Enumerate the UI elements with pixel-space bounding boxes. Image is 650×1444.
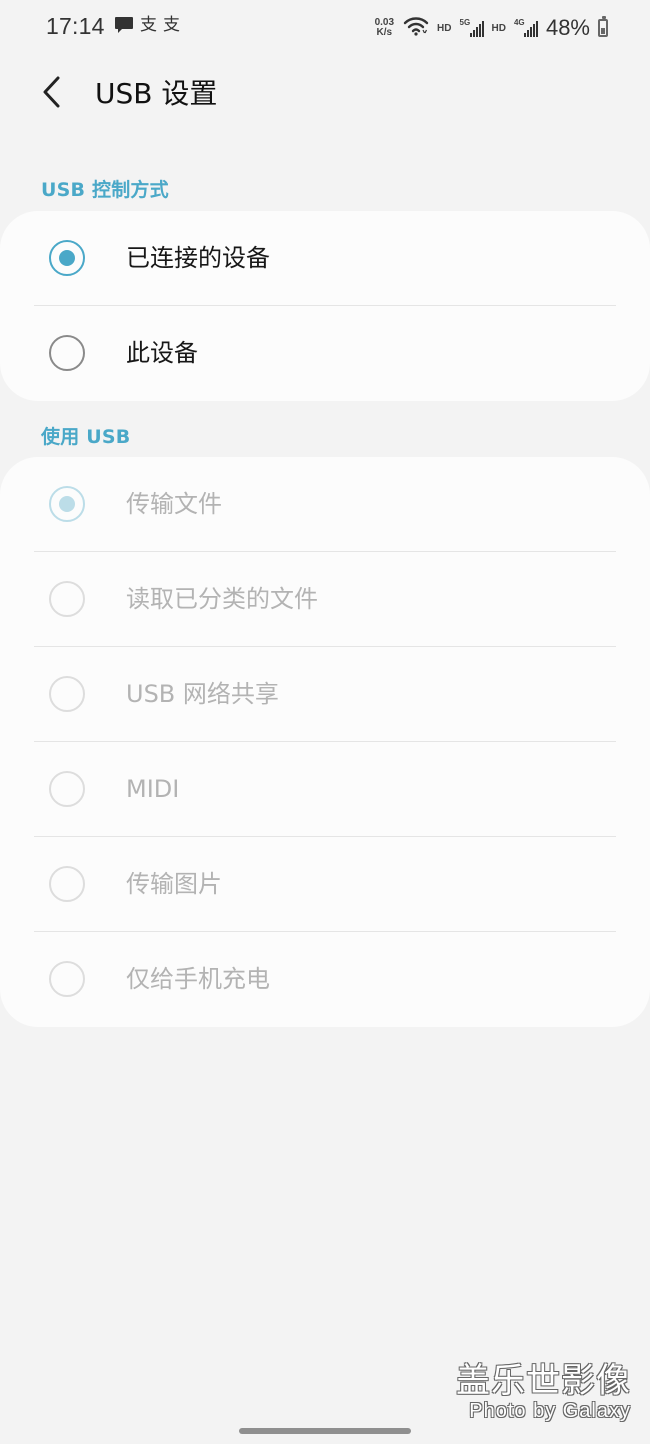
radio-unselected-disabled-icon [49, 961, 85, 997]
option-label: 传输图片 [126, 870, 222, 898]
battery-icon [598, 16, 608, 37]
message-icon [114, 16, 134, 34]
back-button[interactable] [32, 74, 72, 114]
chevron-left-icon [40, 74, 64, 114]
status-bar: 17:14 支 支 0.03 K/s HD 5G HD 4G 48% [0, 0, 650, 56]
network-type-5g: 5G [459, 18, 471, 27]
home-indicator[interactable] [239, 1428, 411, 1434]
hd-label: HD [437, 22, 452, 34]
radio-unselected-disabled-icon [49, 676, 85, 712]
use-usb-option-read-categorized-files: 读取已分类的文件 [0, 552, 650, 647]
signal-4g-icon: 4G [514, 19, 538, 37]
usb-control-option-connected-device[interactable]: 已连接的设备 [0, 211, 650, 306]
page-title: USB 设置 [95, 77, 218, 110]
signal-bars [523, 19, 538, 37]
radio-selected-icon [49, 240, 85, 276]
wifi-icon [403, 15, 429, 42]
radio-unselected-disabled-icon [49, 581, 85, 617]
section-title-usb-control: USB 控制方式 [41, 179, 169, 201]
app-icon: 支 [163, 15, 180, 35]
option-label: USB 网络共享 [126, 680, 279, 708]
section-title-use-usb: 使用 USB [41, 426, 131, 448]
radio-unselected-disabled-icon [49, 866, 85, 902]
use-usb-option-transfer-images: 传输图片 [0, 837, 650, 932]
app-icon: 支 [140, 15, 157, 35]
option-label: 已连接的设备 [126, 244, 270, 272]
usb-control-option-this-device[interactable]: 此设备 [0, 306, 650, 401]
option-label: 此设备 [126, 339, 198, 367]
use-usb-option-charge-only: 仅给手机充电 [0, 932, 650, 1027]
status-time: 17:14 [46, 13, 105, 39]
battery-fill [601, 28, 605, 34]
battery-percent: 48% [545, 15, 590, 40]
watermark-subtitle: Photo by Galaxy [469, 1400, 631, 1422]
hd-label: HD [491, 22, 506, 34]
network-speed-unit: K/s [376, 27, 393, 38]
option-label: 传输文件 [126, 490, 222, 518]
option-label: MIDI [126, 775, 180, 803]
radio-unselected-icon [49, 335, 85, 371]
status-left-icons: 支 支 [114, 15, 180, 35]
use-usb-option-midi: MIDI [0, 742, 650, 837]
watermark-title: 盖乐世影像 [456, 1361, 631, 1401]
use-usb-option-transfer-files: 传输文件 [0, 457, 650, 552]
network-type-4g: 4G [513, 18, 525, 27]
radio-selected-disabled-icon [49, 486, 85, 522]
use-usb-option-usb-tethering: USB 网络共享 [0, 647, 650, 742]
option-label: 仅给手机充电 [126, 965, 270, 993]
status-right-icons: 0.03 K/s HD 5G HD 4G 48% [375, 14, 608, 42]
network-speed: 0.03 K/s [375, 18, 394, 38]
option-label: 读取已分类的文件 [126, 585, 318, 613]
photo-watermark: 盖乐世影像 Photo by Galaxy [456, 1364, 631, 1421]
signal-5g-icon: 5G [460, 19, 484, 37]
signal-bars [469, 19, 484, 37]
radio-unselected-disabled-icon [49, 771, 85, 807]
use-usb-card: 传输文件 读取已分类的文件 USB 网络共享 MIDI 传输图片 仅给手机充电 [0, 457, 650, 1027]
usb-control-card: 已连接的设备 此设备 [0, 211, 650, 401]
header: USB 设置 [0, 56, 650, 142]
